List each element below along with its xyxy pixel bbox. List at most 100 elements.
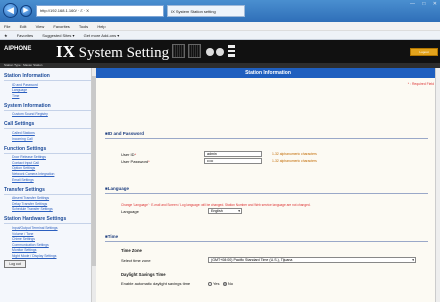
user-password-label: User Password* xyxy=(121,159,150,164)
sidebar-link[interactable]: Called Stations xyxy=(4,131,91,135)
sidebar-link[interactable]: Incoming Call xyxy=(4,137,91,141)
favorites-star-icon[interactable]: ★ xyxy=(4,33,8,38)
sidebar-link[interactable]: Contact Input Call xyxy=(4,161,91,165)
sidebar-group: Station Hardware Settings Input/Output T… xyxy=(0,216,95,258)
sidebar-link[interactable]: Schedule Transfer Settings xyxy=(4,207,91,211)
user-password-hint: 1-32 alphanumeric characters xyxy=(272,159,317,163)
decor-dot-icon xyxy=(206,48,214,56)
select-value: (GMT+08:00) Pacific Standard Time (U.S.)… xyxy=(211,258,293,262)
user-password-input[interactable]: ••••• xyxy=(204,158,262,164)
sidebar-link[interactable]: Network Camera Integration xyxy=(4,172,91,176)
sidebar-logout-button[interactable]: Log out xyxy=(4,260,26,268)
label-text: User Password xyxy=(121,159,149,164)
sidebar-link[interactable]: Volume / Tone xyxy=(4,232,91,236)
brand-logo: AIPHONE xyxy=(4,46,32,52)
dst-label: Enable automatic daylight savings time xyxy=(121,281,191,286)
sidebar-link[interactable]: Language xyxy=(4,88,91,92)
menu-bar: File Edit View Favorites Tools Help xyxy=(0,22,440,31)
sidebar-group: Call Settings Called Stations Incoming C… xyxy=(0,121,95,141)
sidebar-link[interactable]: Communication Settings xyxy=(4,243,91,247)
main-content: Station Information * : Required Field ■… xyxy=(96,68,440,302)
sidebar: Station Information ID and Password Lang… xyxy=(0,68,96,302)
sidebar-heading[interactable]: Call Settings xyxy=(4,121,91,130)
decor-dot-icon xyxy=(216,48,224,56)
required-star-icon: * xyxy=(134,152,137,157)
sidebar-link[interactable]: Monitor Settings xyxy=(4,248,91,252)
window-controls: — □ ✕ xyxy=(404,1,437,7)
sidebar-link[interactable]: Delay Transfer Settings xyxy=(4,202,91,206)
section-divider xyxy=(105,193,428,194)
title-rest: System Setting xyxy=(74,45,170,61)
sidebar-link[interactable]: Email Settings xyxy=(4,178,91,182)
radio-label: No xyxy=(227,281,233,286)
sidebar-link[interactable]: Input/Output Terminal Settings xyxy=(4,226,91,230)
decor-bar-icon xyxy=(228,45,235,57)
sidebar-link[interactable]: Absent Transfer Settings xyxy=(4,196,91,200)
required-note: * : Required Field xyxy=(407,82,434,86)
language-note: Change 'Language' · E-mail and Screen / … xyxy=(121,203,311,207)
required-star-icon: * xyxy=(148,159,150,164)
language-label: Language xyxy=(121,209,139,214)
fav-item[interactable]: Favorites xyxy=(17,33,33,38)
sidebar-group: System Information Custom Sound Registry xyxy=(0,103,95,116)
user-id-input[interactable]: admin xyxy=(204,151,262,157)
fav-item[interactable]: Suggested Sites ▾ xyxy=(42,33,74,38)
favorites-bar: ★ Favorites Suggested Sites ▾ Get more A… xyxy=(0,31,440,40)
time-zone-select[interactable]: (GMT+08:00) Pacific Standard Time (U.S.)… xyxy=(208,257,416,263)
chevron-down-icon: ▾ xyxy=(412,258,414,262)
sidebar-group: Station Information ID and Password Lang… xyxy=(0,73,95,98)
time-zone-heading: Time Zone xyxy=(121,248,142,253)
maximize-icon[interactable]: □ xyxy=(422,1,425,7)
address-bar[interactable]: http://192.168.1.160/ · ℰ · X xyxy=(36,5,164,17)
sidebar-heading[interactable]: Station Information xyxy=(4,73,91,81)
sidebar-group: Function Settings Door Release Settings … xyxy=(0,146,95,182)
app-title: IX System Setting xyxy=(56,42,169,62)
sidebar-link[interactable]: Door Release Settings xyxy=(4,155,91,159)
sidebar-group: Transfer Settings Absent Transfer Settin… xyxy=(0,187,95,211)
section-title: ID and Password xyxy=(107,131,144,136)
section-language: ■Language xyxy=(105,186,129,191)
menu-edit[interactable]: Edit xyxy=(20,24,27,29)
radio-label: Yes xyxy=(213,281,220,286)
select-value: English xyxy=(211,209,223,213)
sidebar-link[interactable]: Custom Sound Registry xyxy=(4,112,91,116)
sidebar-link[interactable]: ID and Password xyxy=(4,83,91,87)
sidebar-heading[interactable]: Function Settings xyxy=(4,146,91,154)
sidebar-link[interactable]: Option Settings xyxy=(4,166,91,170)
title-ix: IX xyxy=(56,42,75,61)
dst-yes-radio[interactable] xyxy=(208,281,212,286)
chevron-down-icon: ▾ xyxy=(238,209,240,213)
user-id-hint: 1-32 alphanumeric characters xyxy=(272,152,317,156)
close-icon[interactable]: ✕ xyxy=(433,1,437,7)
menu-favorites[interactable]: Favorites xyxy=(53,24,69,29)
sidebar-heading[interactable]: System Information xyxy=(4,103,91,111)
dst-no-radio[interactable] xyxy=(222,281,227,286)
fav-item[interactable]: Get more Add-ons ▾ xyxy=(84,33,120,38)
dst-heading: Daylight Savings Time xyxy=(121,272,166,277)
sidebar-heading[interactable]: Station Hardware Settings xyxy=(4,216,91,225)
sidebar-link[interactable]: Time xyxy=(4,94,91,98)
back-button[interactable]: ◀ xyxy=(3,3,18,18)
app-header: AIPHONE IX System Setting Logout xyxy=(0,40,440,63)
menu-tools[interactable]: Tools xyxy=(79,24,88,29)
label-text: User ID xyxy=(121,152,135,157)
time-zone-label: Select time zone xyxy=(121,258,151,263)
address-text: http://192.168.1.160/ · ℰ · X xyxy=(40,8,89,13)
language-select[interactable]: English ▾ xyxy=(208,208,242,214)
browser-titlebar: ◀ ▶ http://192.168.1.160/ · ℰ · X IX Sys… xyxy=(0,0,440,22)
tab-title: IX System Station setting xyxy=(171,9,216,14)
logout-button[interactable]: Logout xyxy=(410,48,438,56)
browser-tab[interactable]: IX System Station setting xyxy=(167,5,245,17)
minimize-icon[interactable]: — xyxy=(410,1,415,7)
menu-help[interactable]: Help xyxy=(97,24,105,29)
sidebar-link[interactable]: Night Mode / Display Settings xyxy=(4,254,91,258)
forward-button[interactable]: ▶ xyxy=(20,5,32,17)
menu-file[interactable]: File xyxy=(4,24,10,29)
section-title: Time xyxy=(107,234,119,239)
decor-grille-icon xyxy=(188,44,201,58)
section-time: ■Time xyxy=(105,234,119,239)
sidebar-heading[interactable]: Transfer Settings xyxy=(4,187,91,195)
sidebar-link[interactable]: Chime Settings xyxy=(4,237,91,241)
menu-view[interactable]: View xyxy=(36,24,45,29)
main-scrollbar[interactable] xyxy=(435,68,440,302)
